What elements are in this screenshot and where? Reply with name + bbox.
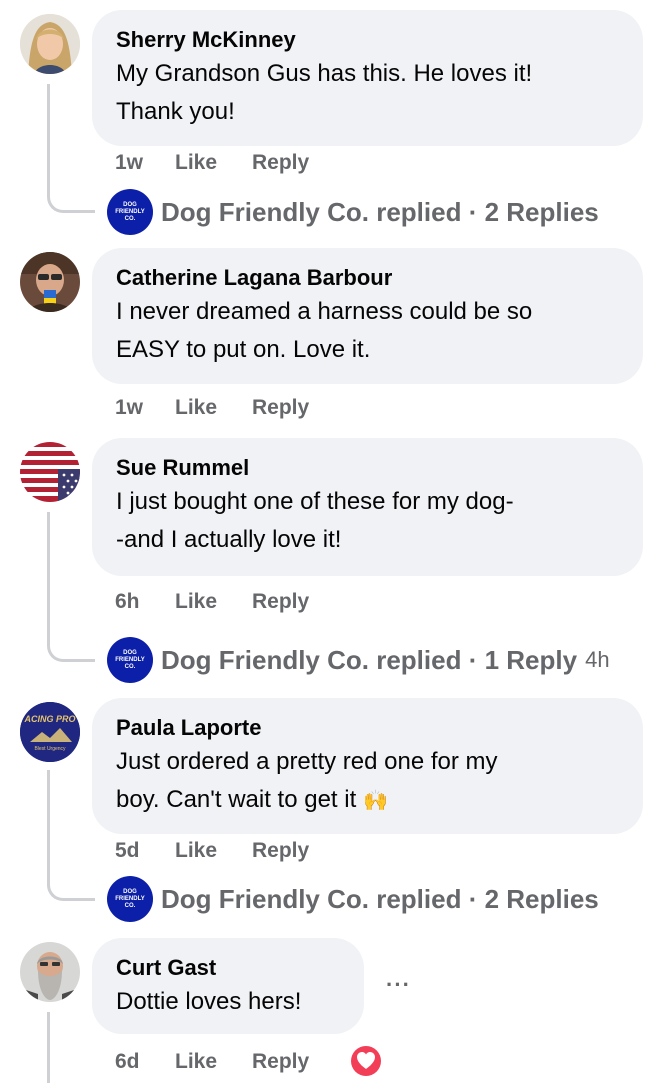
thread-line xyxy=(47,1012,50,1083)
comment-author[interactable]: Sue Rummel xyxy=(116,453,619,483)
comment-bubble[interactable]: Sherry McKinney My Grandson Gus has this… xyxy=(92,10,643,146)
comment-text-line: My Grandson Gus has this. He loves it! xyxy=(116,60,533,87)
comment-text-line: -and I actually love it! xyxy=(116,526,342,553)
comment-author[interactable]: Sherry McKinney xyxy=(116,25,619,55)
comment-time[interactable]: 6d xyxy=(115,1050,140,1074)
comment-time[interactable]: 1w xyxy=(115,396,143,420)
comment-time[interactable]: 5d xyxy=(115,839,140,863)
comment-author[interactable]: Catherine Lagana Barbour xyxy=(116,263,619,293)
thread-elbow xyxy=(47,846,95,901)
like-button[interactable]: Like xyxy=(175,1050,217,1074)
more-options-button[interactable]: ··· xyxy=(386,972,411,998)
like-button[interactable]: Like xyxy=(175,151,217,175)
view-replies-link[interactable]: DOG FRIENDLY CO. Dog Friendly Co. replie… xyxy=(107,637,610,683)
reply-button[interactable]: Reply xyxy=(252,1050,309,1074)
raising-hands-emoji: 🙌 xyxy=(362,790,388,812)
like-button[interactable]: Like xyxy=(175,590,217,614)
comment-bubble[interactable]: Sue Rummel I just bought one of these fo… xyxy=(92,438,643,576)
like-button[interactable]: Like xyxy=(175,839,217,863)
avatar-paula-laporte[interactable]: ACING PRO Blest Urgency xyxy=(20,702,80,762)
reply-button[interactable]: Reply xyxy=(252,839,309,863)
love-reaction-icon[interactable] xyxy=(348,1043,384,1079)
comment-author[interactable]: Curt Gast xyxy=(116,953,340,983)
comment-text-line: I just bought one of these for my dog- xyxy=(116,488,514,515)
like-button[interactable]: Like xyxy=(175,396,217,420)
comment-text-line: I never dreamed a harness could be so xyxy=(116,298,533,325)
comment-time[interactable]: 1w xyxy=(115,151,143,175)
comment-text-line: Thank you! xyxy=(116,98,235,125)
replies-summary: Dog Friendly Co. replied · 2 Replies xyxy=(161,883,599,914)
heart-icon xyxy=(349,1044,383,1078)
comment-text-line: Dottie loves hers! xyxy=(116,988,302,1015)
dog-friendly-co-logo: DOG FRIENDLY CO. xyxy=(107,637,153,683)
avatar-logo-text: ACING PRO xyxy=(24,714,76,724)
avatar-curt-gast[interactable] xyxy=(20,942,80,1002)
comment-bubble[interactable]: Paula Laporte Just ordered a pretty red … xyxy=(92,698,643,834)
thread-elbow xyxy=(47,160,95,213)
comment-author[interactable]: Paula Laporte xyxy=(116,713,619,743)
comment-time[interactable]: 6h xyxy=(115,590,140,614)
replies-summary: Dog Friendly Co. replied · 2 Replies xyxy=(161,196,599,227)
reply-button[interactable]: Reply xyxy=(252,590,309,614)
thread-elbow xyxy=(47,606,95,662)
replies-summary: Dog Friendly Co. replied · 1 Reply xyxy=(161,644,578,675)
us-flag-profile-photo xyxy=(20,442,80,502)
dog-friendly-co-logo: DOG FRIENDLY CO. xyxy=(107,876,153,922)
comment-bubble[interactable]: Curt Gast Dottie loves hers! xyxy=(92,938,364,1034)
comment-text-line: boy. Can't wait to get it 🙌 xyxy=(116,786,388,813)
comment-text-line: Just ordered a pretty red one for my xyxy=(116,748,498,775)
profile-photo xyxy=(20,702,80,762)
avatar-catherine-lagana-barbour[interactable] xyxy=(20,252,80,312)
view-replies-link[interactable]: DOG FRIENDLY CO. Dog Friendly Co. replie… xyxy=(107,876,599,922)
comment-text-line: EASY to put on. Love it. xyxy=(116,336,371,363)
view-replies-link[interactable]: DOG FRIENDLY CO. Dog Friendly Co. replie… xyxy=(107,189,599,235)
comment-bubble[interactable]: Catherine Lagana Barbour I never dreamed… xyxy=(92,248,643,384)
reply-button[interactable]: Reply xyxy=(252,396,309,420)
reply-time: 4h xyxy=(585,647,610,672)
profile-photo xyxy=(20,942,80,1002)
profile-photo xyxy=(20,14,80,74)
reply-button[interactable]: Reply xyxy=(252,151,309,175)
profile-photo xyxy=(20,252,80,312)
avatar-logo-subtext: Blest Urgency xyxy=(34,746,66,752)
avatar-sue-rummel[interactable] xyxy=(20,442,80,502)
dog-friendly-co-logo: DOG FRIENDLY CO. xyxy=(107,189,153,235)
avatar-sherry-mckinney[interactable] xyxy=(20,14,80,74)
